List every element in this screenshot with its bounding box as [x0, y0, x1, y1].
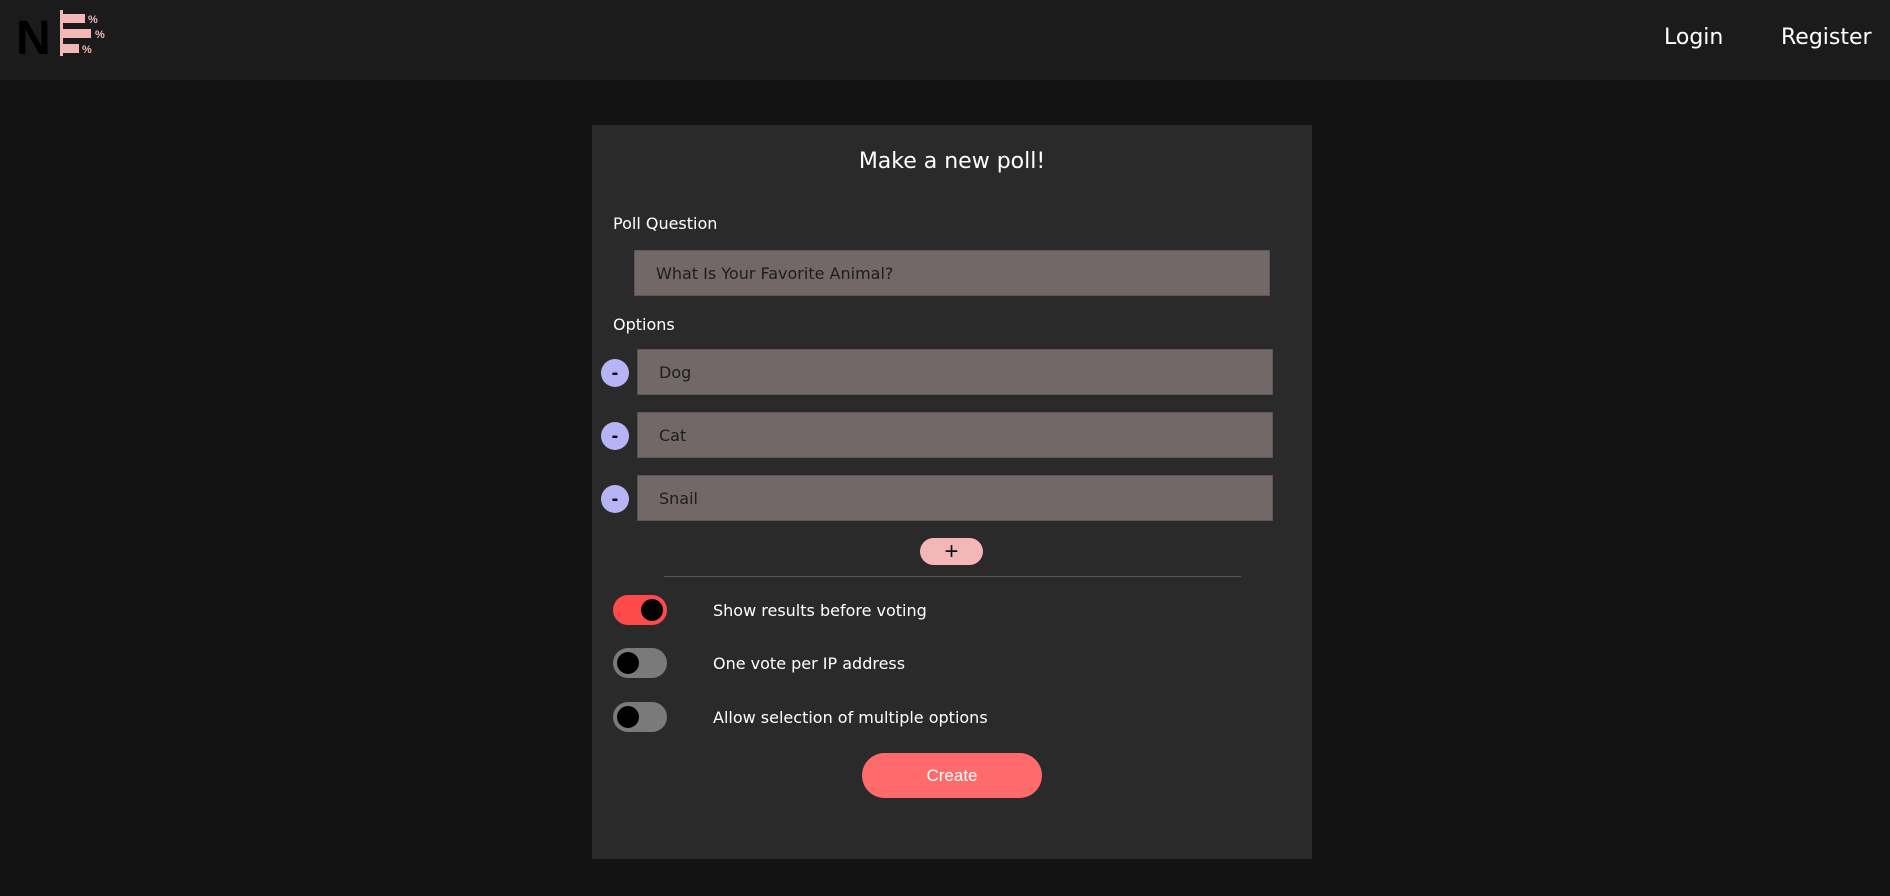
toggle-knob	[617, 652, 639, 674]
svg-text:%: %	[95, 29, 105, 41]
poll-question-input[interactable]: What Is Your Favorite Animal?	[634, 250, 1270, 296]
remove-option-button[interactable]: -	[601, 485, 629, 513]
create-button[interactable]: Create	[862, 753, 1042, 798]
option-value: Snail	[659, 488, 698, 508]
one-vote-per-ip-label: One vote per IP address	[713, 654, 906, 673]
option-input[interactable]: Snail	[637, 475, 1273, 521]
svg-text:N: N	[16, 12, 51, 58]
toggle-knob	[617, 706, 639, 728]
options-label: Options	[613, 315, 675, 334]
add-option-button[interactable]: +	[920, 538, 983, 565]
option-value: Cat	[659, 425, 687, 445]
option-input[interactable]: Dog	[637, 349, 1273, 395]
login-link[interactable]: Login	[1664, 25, 1723, 50]
new-poll-form: Make a new poll! Poll Question What Is Y…	[592, 125, 1312, 859]
multiple-options-label: Allow selection of multiple options	[713, 708, 988, 727]
top-navbar: N % % % Login Register	[0, 0, 1890, 80]
toggle-knob	[641, 599, 663, 621]
remove-option-button[interactable]: -	[601, 422, 629, 450]
show-results-label: Show results before voting	[713, 601, 927, 620]
divider	[664, 576, 1241, 577]
remove-option-button[interactable]: -	[601, 359, 629, 387]
option-value: Dog	[659, 362, 692, 382]
svg-text:%: %	[82, 44, 92, 56]
multiple-options-toggle[interactable]	[613, 702, 667, 732]
form-title: Make a new poll!	[858, 149, 1046, 174]
option-input[interactable]: Cat	[637, 412, 1273, 458]
poll-question-value: What Is Your Favorite Animal?	[656, 263, 894, 283]
site-logo[interactable]: N % % %	[16, 10, 110, 58]
register-link[interactable]: Register	[1781, 25, 1872, 50]
show-results-toggle[interactable]	[613, 595, 667, 625]
one-vote-per-ip-toggle[interactable]	[613, 648, 667, 678]
poll-question-label: Poll Question	[613, 214, 718, 233]
svg-text:%: %	[88, 14, 98, 26]
